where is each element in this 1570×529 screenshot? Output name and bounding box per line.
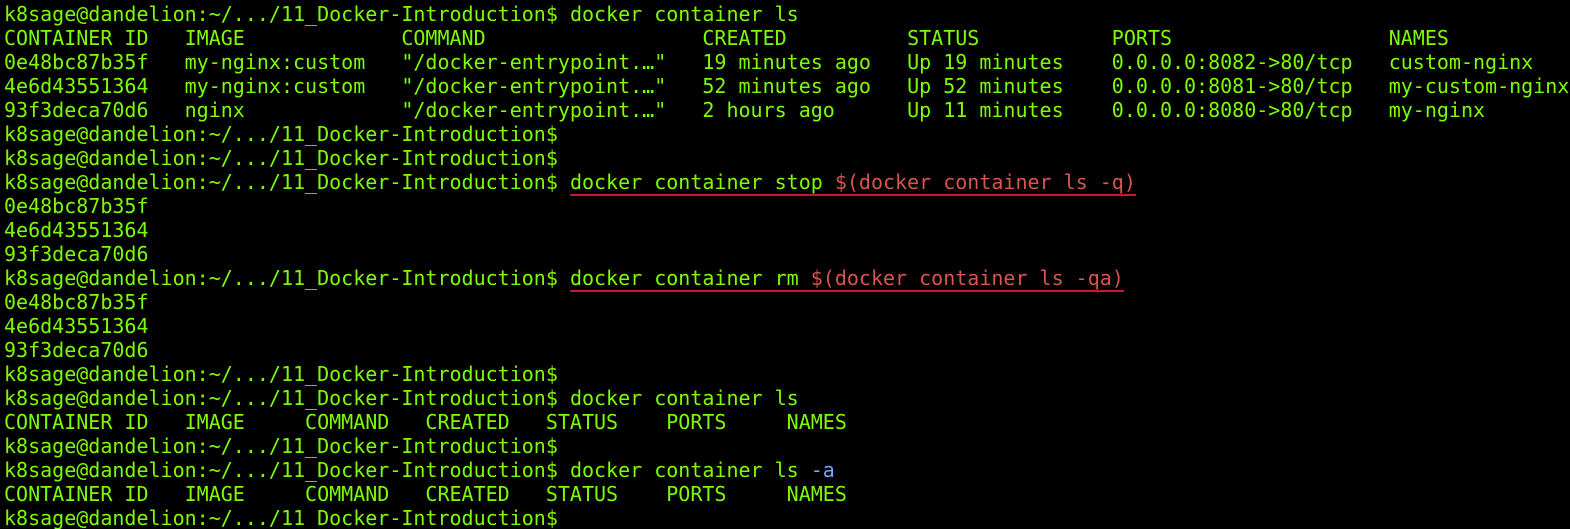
- terminal-line[interactable]: k8sage@dandelion:~/.../11_Docker-Introdu…: [4, 506, 1570, 529]
- command-substitution: $(docker container ls -qa): [810, 266, 1124, 290]
- table-row: 4e6d43551364 my-nginx:custom "/docker-en…: [4, 74, 1570, 98]
- command-text: docker container ls: [569, 2, 799, 26]
- highlighted-command: docker container stop $(docker container…: [569, 170, 1136, 196]
- terminal-line: k8sage@dandelion:~/.../11_Docker-Introdu…: [4, 146, 1570, 170]
- prompt: k8sage@dandelion:~/.../11_Docker-Introdu…: [4, 146, 558, 170]
- command-text: docker container rm: [569, 266, 811, 290]
- command-substitution: $(docker container ls -q): [834, 170, 1136, 194]
- command-flag: -a: [810, 458, 835, 482]
- command-text: docker container stop: [569, 170, 835, 194]
- prompt: k8sage@dandelion:~/.../11_Docker-Introdu…: [4, 362, 558, 386]
- output-line: 4e6d43551364: [4, 218, 149, 242]
- table-header: CONTAINER ID IMAGE COMMAND CREATED STATU…: [4, 482, 847, 506]
- table-row: 0e48bc87b35f my-nginx:custom "/docker-en…: [4, 50, 1534, 74]
- output-line: 0e48bc87b35f: [4, 194, 149, 218]
- command-text: docker container ls: [569, 458, 811, 482]
- prompt: k8sage@dandelion:~/.../11_Docker-Introdu…: [4, 2, 558, 26]
- prompt: k8sage@dandelion:~/.../11_Docker-Introdu…: [4, 122, 558, 146]
- terminal-window[interactable]: k8sage@dandelion:~/.../11_Docker-Introdu…: [0, 0, 1570, 529]
- prompt: k8sage@dandelion:~/.../11_Docker-Introdu…: [4, 434, 558, 458]
- prompt: k8sage@dandelion:~/.../11_Docker-Introdu…: [4, 170, 558, 194]
- terminal-line: k8sage@dandelion:~/.../11_Docker-Introdu…: [4, 386, 1570, 410]
- highlighted-command: docker container rm $(docker container l…: [569, 266, 1124, 292]
- terminal-line: k8sage@dandelion:~/.../11_Docker-Introdu…: [4, 170, 1570, 196]
- output-line: 93f3deca70d6: [4, 338, 149, 362]
- prompt: k8sage@dandelion:~/.../11_Docker-Introdu…: [4, 458, 558, 482]
- terminal-line: k8sage@dandelion:~/.../11_Docker-Introdu…: [4, 266, 1570, 292]
- output-line: 93f3deca70d6: [4, 242, 149, 266]
- terminal-line: k8sage@dandelion:~/.../11_Docker-Introdu…: [4, 362, 1570, 386]
- prompt: k8sage@dandelion:~/.../11_Docker-Introdu…: [4, 266, 558, 290]
- prompt: k8sage@dandelion:~/.../11_Docker-Introdu…: [4, 506, 558, 529]
- table-header: CONTAINER ID IMAGE COMMAND CREATED STATU…: [4, 26, 1449, 50]
- command-text: docker container ls: [569, 386, 799, 410]
- table-row: 93f3deca70d6 nginx "/docker-entrypoint.……: [4, 98, 1486, 122]
- output-line: 0e48bc87b35f: [4, 290, 149, 314]
- output-line: 4e6d43551364: [4, 314, 149, 338]
- terminal-line: k8sage@dandelion:~/.../11_Docker-Introdu…: [4, 434, 1570, 458]
- terminal-line: k8sage@dandelion:~/.../11_Docker-Introdu…: [4, 458, 1570, 482]
- prompt: k8sage@dandelion:~/.../11_Docker-Introdu…: [4, 386, 558, 410]
- terminal-line: k8sage@dandelion:~/.../11_Docker-Introdu…: [4, 122, 1570, 146]
- terminal-line: k8sage@dandelion:~/.../11_Docker-Introdu…: [4, 2, 1570, 26]
- table-header: CONTAINER ID IMAGE COMMAND CREATED STATU…: [4, 410, 847, 434]
